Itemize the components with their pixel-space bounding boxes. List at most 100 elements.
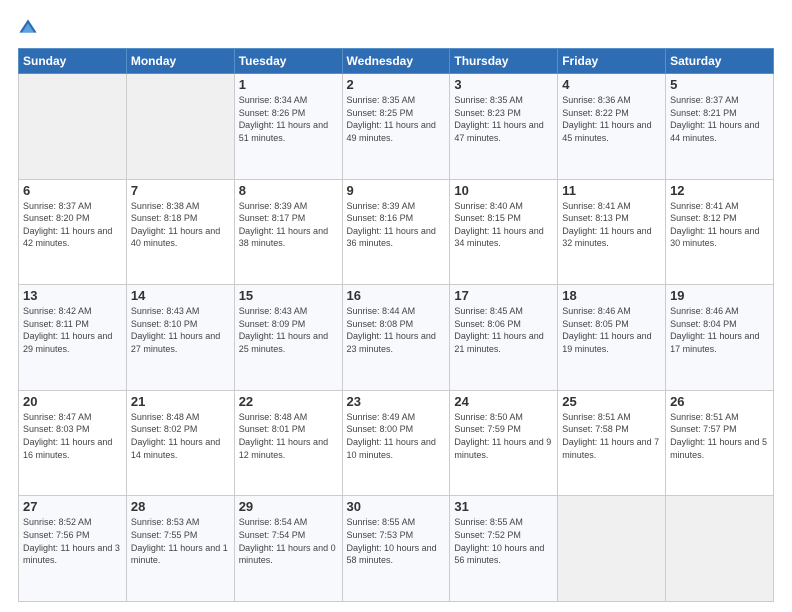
day-number: 12 xyxy=(670,183,769,198)
day-number: 25 xyxy=(562,394,661,409)
day-number: 6 xyxy=(23,183,122,198)
calendar-cell: 18 Sunrise: 8:46 AMSunset: 8:05 PMDayligh… xyxy=(558,285,666,391)
calendar-cell: 25 Sunrise: 8:51 AMSunset: 7:58 PMDayligh… xyxy=(558,390,666,496)
day-number: 13 xyxy=(23,288,122,303)
calendar-cell: 19 Sunrise: 8:46 AMSunset: 8:04 PMDayligh… xyxy=(666,285,774,391)
day-number: 5 xyxy=(670,77,769,92)
calendar-cell: 27 Sunrise: 8:52 AMSunset: 7:56 PMDayligh… xyxy=(19,496,127,602)
calendar-cell: 9 Sunrise: 8:39 AMSunset: 8:16 PMDaylight… xyxy=(342,179,450,285)
day-number: 1 xyxy=(239,77,338,92)
day-number: 30 xyxy=(347,499,446,514)
calendar-cell: 17 Sunrise: 8:45 AMSunset: 8:06 PMDayligh… xyxy=(450,285,558,391)
calendar-cell: 6Sunrise: 8:37 AMSunset: 8:20 PMDaylight… xyxy=(19,179,127,285)
day-header: Monday xyxy=(126,49,234,74)
day-number: 28 xyxy=(131,499,230,514)
day-info: Sunrise: 8:54 AMSunset: 7:54 PMDaylight:… xyxy=(239,516,338,566)
day-number: 18 xyxy=(562,288,661,303)
day-number: 11 xyxy=(562,183,661,198)
calendar-cell: 23 Sunrise: 8:49 AMSunset: 8:00 PMDayligh… xyxy=(342,390,450,496)
day-info: Sunrise: 8:40 AMSunset: 8:15 PMDaylight:… xyxy=(454,200,553,250)
calendar-cell: 7 Sunrise: 8:38 AMSunset: 8:18 PMDaylight… xyxy=(126,179,234,285)
day-info: Sunrise: 8:41 AMSunset: 8:13 PMDaylight:… xyxy=(562,200,661,250)
calendar-week-row: 13 Sunrise: 8:42 AMSunset: 8:11 PMDayligh… xyxy=(19,285,774,391)
day-number: 20 xyxy=(23,394,122,409)
day-number: 15 xyxy=(239,288,338,303)
day-number: 17 xyxy=(454,288,553,303)
day-info: Sunrise: 8:55 AMSunset: 7:53 PMDaylight:… xyxy=(347,516,446,566)
calendar-cell xyxy=(19,74,127,180)
day-info: Sunrise: 8:50 AMSunset: 7:59 PMDaylight:… xyxy=(454,411,553,461)
day-header: Wednesday xyxy=(342,49,450,74)
day-info: Sunrise: 8:53 AMSunset: 7:55 PMDaylight:… xyxy=(131,516,230,566)
calendar-cell: 3 Sunrise: 8:35 AMSunset: 8:23 PMDaylight… xyxy=(450,74,558,180)
day-info: Sunrise: 8:52 AMSunset: 7:56 PMDaylight:… xyxy=(23,516,122,566)
calendar-cell: 20 Sunrise: 8:47 AMSunset: 8:03 PMDayligh… xyxy=(19,390,127,496)
day-header: Sunday xyxy=(19,49,127,74)
calendar-cell: 30 Sunrise: 8:55 AMSunset: 7:53 PMDayligh… xyxy=(342,496,450,602)
day-info: Sunrise: 8:41 AMSunset: 8:12 PMDaylight:… xyxy=(670,200,769,250)
calendar-cell: 11 Sunrise: 8:41 AMSunset: 8:13 PMDayligh… xyxy=(558,179,666,285)
day-info: Sunrise: 8:55 AMSunset: 7:52 PMDaylight:… xyxy=(454,516,553,566)
calendar-cell: 1 Sunrise: 8:34 AMSunset: 8:26 PMDaylight… xyxy=(234,74,342,180)
day-number: 14 xyxy=(131,288,230,303)
calendar-cell: 29Sunrise: 8:54 AMSunset: 7:54 PMDayligh… xyxy=(234,496,342,602)
day-info: Sunrise: 8:44 AMSunset: 8:08 PMDaylight:… xyxy=(347,305,446,355)
day-number: 7 xyxy=(131,183,230,198)
day-info: Sunrise: 8:51 AMSunset: 7:57 PMDaylight:… xyxy=(670,411,769,461)
day-number: 8 xyxy=(239,183,338,198)
day-info: Sunrise: 8:39 AMSunset: 8:16 PMDaylight:… xyxy=(347,200,446,250)
header xyxy=(18,18,774,38)
calendar-cell: 16 Sunrise: 8:44 AMSunset: 8:08 PMDayligh… xyxy=(342,285,450,391)
day-number: 24 xyxy=(454,394,553,409)
calendar-header-row: SundayMondayTuesdayWednesdayThursdayFrid… xyxy=(19,49,774,74)
day-number: 10 xyxy=(454,183,553,198)
day-number: 4 xyxy=(562,77,661,92)
day-number: 3 xyxy=(454,77,553,92)
calendar-cell xyxy=(558,496,666,602)
calendar-cell: 15 Sunrise: 8:43 AMSunset: 8:09 PMDayligh… xyxy=(234,285,342,391)
day-header: Friday xyxy=(558,49,666,74)
day-info: Sunrise: 8:43 AMSunset: 8:10 PMDaylight:… xyxy=(131,305,230,355)
calendar-cell: 14 Sunrise: 8:43 AMSunset: 8:10 PMDayligh… xyxy=(126,285,234,391)
calendar-week-row: 20 Sunrise: 8:47 AMSunset: 8:03 PMDayligh… xyxy=(19,390,774,496)
calendar-week-row: 1 Sunrise: 8:34 AMSunset: 8:26 PMDaylight… xyxy=(19,74,774,180)
day-info: Sunrise: 8:45 AMSunset: 8:06 PMDaylight:… xyxy=(454,305,553,355)
calendar-week-row: 27 Sunrise: 8:52 AMSunset: 7:56 PMDayligh… xyxy=(19,496,774,602)
day-number: 19 xyxy=(670,288,769,303)
calendar-cell: 8 Sunrise: 8:39 AMSunset: 8:17 PMDaylight… xyxy=(234,179,342,285)
day-info: Sunrise: 8:48 AMSunset: 8:01 PMDaylight:… xyxy=(239,411,338,461)
day-info: Sunrise: 8:34 AMSunset: 8:26 PMDaylight:… xyxy=(239,94,338,144)
day-info: Sunrise: 8:51 AMSunset: 7:58 PMDaylight:… xyxy=(562,411,661,461)
calendar-cell: 5Sunrise: 8:37 AMSunset: 8:21 PMDaylight… xyxy=(666,74,774,180)
logo xyxy=(18,18,42,38)
calendar-cell: 31 Sunrise: 8:55 AMSunset: 7:52 PMDayligh… xyxy=(450,496,558,602)
calendar-cell: 28 Sunrise: 8:53 AMSunset: 7:55 PMDayligh… xyxy=(126,496,234,602)
calendar: SundayMondayTuesdayWednesdayThursdayFrid… xyxy=(18,48,774,602)
day-header: Saturday xyxy=(666,49,774,74)
calendar-cell: 2Sunrise: 8:35 AMSunset: 8:25 PMDaylight… xyxy=(342,74,450,180)
day-number: 31 xyxy=(454,499,553,514)
calendar-cell: 22Sunrise: 8:48 AMSunset: 8:01 PMDayligh… xyxy=(234,390,342,496)
day-number: 16 xyxy=(347,288,446,303)
day-info: Sunrise: 8:38 AMSunset: 8:18 PMDaylight:… xyxy=(131,200,230,250)
calendar-cell xyxy=(126,74,234,180)
day-number: 27 xyxy=(23,499,122,514)
day-info: Sunrise: 8:35 AMSunset: 8:23 PMDaylight:… xyxy=(454,94,553,144)
page: SundayMondayTuesdayWednesdayThursdayFrid… xyxy=(0,0,792,612)
calendar-cell xyxy=(666,496,774,602)
day-info: Sunrise: 8:46 AMSunset: 8:04 PMDaylight:… xyxy=(670,305,769,355)
day-info: Sunrise: 8:36 AMSunset: 8:22 PMDaylight:… xyxy=(562,94,661,144)
calendar-cell: 24 Sunrise: 8:50 AMSunset: 7:59 PMDayligh… xyxy=(450,390,558,496)
day-info: Sunrise: 8:49 AMSunset: 8:00 PMDaylight:… xyxy=(347,411,446,461)
day-info: Sunrise: 8:42 AMSunset: 8:11 PMDaylight:… xyxy=(23,305,122,355)
day-info: Sunrise: 8:46 AMSunset: 8:05 PMDaylight:… xyxy=(562,305,661,355)
day-number: 9 xyxy=(347,183,446,198)
day-info: Sunrise: 8:47 AMSunset: 8:03 PMDaylight:… xyxy=(23,411,122,461)
calendar-cell: 26 Sunrise: 8:51 AMSunset: 7:57 PMDayligh… xyxy=(666,390,774,496)
day-number: 26 xyxy=(670,394,769,409)
day-number: 23 xyxy=(347,394,446,409)
day-info: Sunrise: 8:39 AMSunset: 8:17 PMDaylight:… xyxy=(239,200,338,250)
calendar-cell: 21Sunrise: 8:48 AMSunset: 8:02 PMDayligh… xyxy=(126,390,234,496)
day-info: Sunrise: 8:43 AMSunset: 8:09 PMDaylight:… xyxy=(239,305,338,355)
day-header: Thursday xyxy=(450,49,558,74)
